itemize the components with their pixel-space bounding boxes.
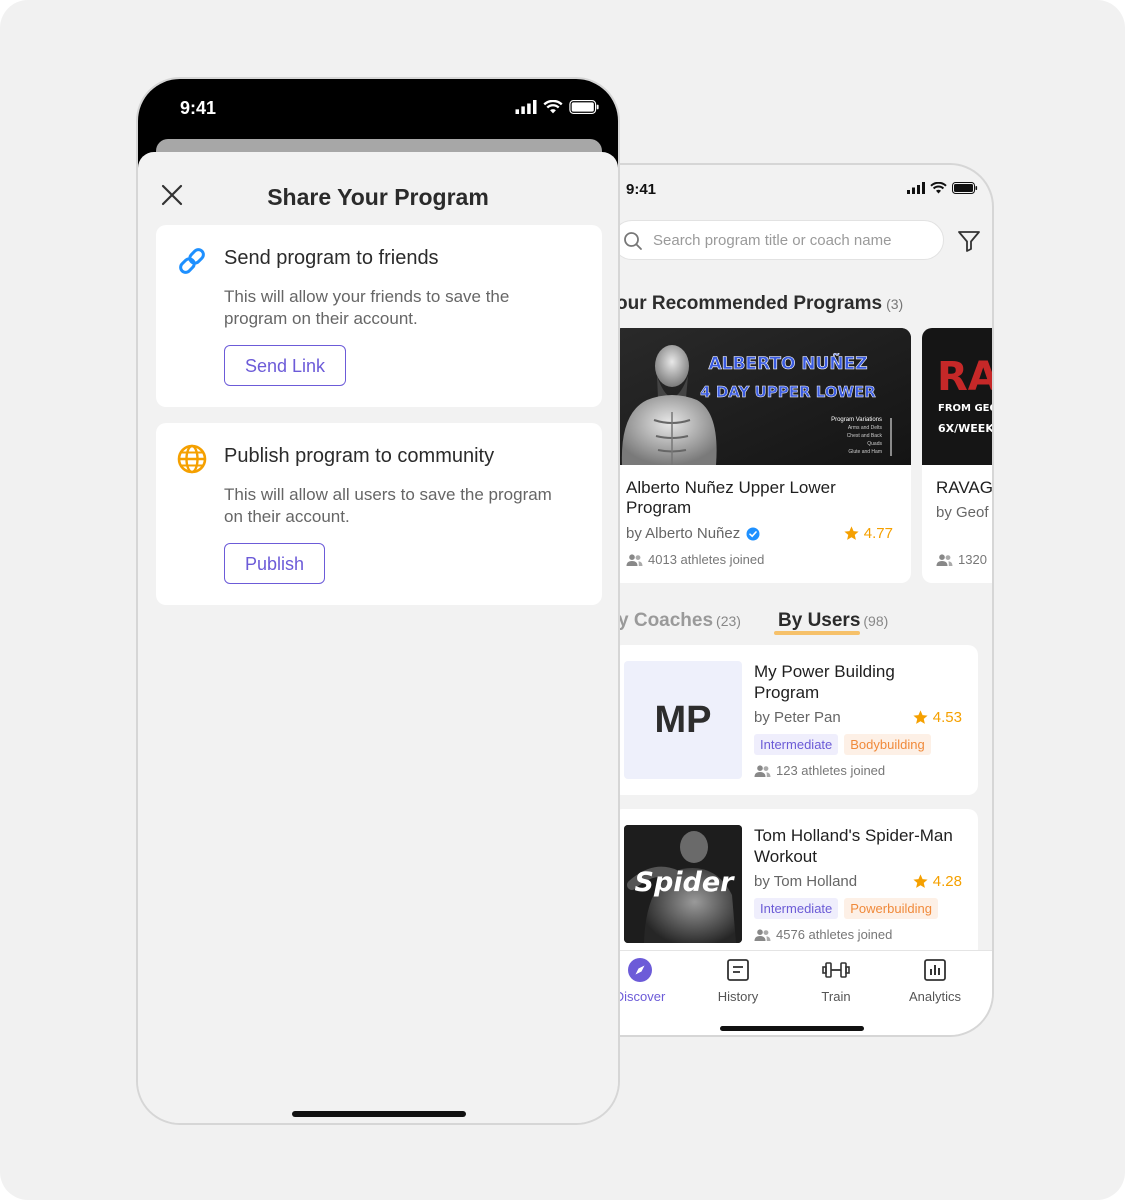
svg-text:Glute and Ham: Glute and Ham <box>848 449 882 455</box>
signal-icon <box>907 182 925 194</box>
svg-text:Chest and Back: Chest and Back <box>847 433 883 439</box>
recommended-card[interactable]: RAV FROM GEOFF 6X/WEEK HY RAVAG by Geof … <box>922 328 994 583</box>
program-author: by Geof <box>936 504 989 521</box>
compass-icon <box>628 958 652 982</box>
active-tab-indicator <box>774 631 860 635</box>
battery-icon <box>569 100 599 114</box>
star-icon <box>913 710 928 724</box>
publish-to-community-card: Publish program to community This will a… <box>156 423 602 605</box>
share-sheet: Share Your Program Send program to frien… <box>138 152 618 1123</box>
nav-history[interactable]: History <box>698 957 778 1004</box>
signal-icon <box>515 100 537 114</box>
program-tags: Intermediate Bodybuilding <box>754 734 931 755</box>
program-cover-image: ALBERTO NUÑEZ 4 DAY UPPER LOWER Program … <box>612 328 911 465</box>
category-tag: Bodybuilding <box>844 734 931 755</box>
verified-icon <box>746 527 760 540</box>
cover-title-line-2: 4 DAY UPPER LOWER <box>700 383 876 401</box>
send-link-button[interactable]: Send Link <box>224 345 347 386</box>
search-placeholder: Search program title or coach name <box>653 232 892 249</box>
wifi-icon <box>930 182 947 194</box>
wifi-icon <box>543 100 563 114</box>
athletes-joined: 4013 athletes joined <box>626 552 764 567</box>
cover-title-line-1: ALBERTO NUÑEZ <box>708 351 867 374</box>
home-indicator <box>292 1111 466 1117</box>
level-tag: Intermediate <box>754 898 839 919</box>
program-title: Tom Holland's Spider-Man Workout <box>754 826 953 866</box>
star-icon <box>913 874 928 888</box>
publish-button[interactable]: Publish <box>224 543 326 584</box>
svg-text:Arms and Delts: Arms and Delts <box>848 425 883 431</box>
program-cover-image: RAV FROM GEOFF 6X/WEEK HY <box>922 328 994 465</box>
users-icon <box>754 928 771 941</box>
canvas: 9:41 Search program title or coach name … <box>0 0 1125 1200</box>
svg-text:6X/WEEK HY: 6X/WEEK HY <box>938 422 994 435</box>
search-input[interactable]: Search program title or coach name <box>612 220 944 260</box>
option-title: Send program to friends <box>224 247 439 269</box>
dumbbell-icon <box>822 962 850 978</box>
program-author: by Alberto Nuñez <box>626 525 760 542</box>
svg-text:FROM GEOFF: FROM GEOFF <box>938 403 994 414</box>
search-icon <box>624 232 642 250</box>
status-time: 9:41 <box>180 98 217 118</box>
nav-train[interactable]: Train <box>796 957 876 1004</box>
status-time: 9:41 <box>626 181 657 198</box>
program-tags: Intermediate Powerbuilding <box>754 898 938 919</box>
tab-by-coaches[interactable]: y Coaches (23) <box>618 610 741 632</box>
program-author: by Tom Holland <box>754 873 858 890</box>
link-icon <box>179 248 205 274</box>
program-title: RAVAG <box>936 478 993 497</box>
program-title: My Power Building Program <box>754 662 895 702</box>
level-tag: Intermediate <box>754 734 839 755</box>
program-title: Alberto Nuñez Upper Lower Program <box>626 478 836 517</box>
share-phone: 9:41 Share Your Program Send program to … <box>136 77 620 1125</box>
recommended-heading: our Recommended Programs (3) <box>616 293 904 314</box>
svg-text:Program Variations: Program Variations <box>831 417 882 423</box>
nav-analytics[interactable]: Analytics <box>895 957 975 1004</box>
option-title: Publish program to community <box>224 445 495 467</box>
program-thumbnail: MP <box>624 661 742 779</box>
option-description: This will allow your friends to save the… <box>224 287 510 328</box>
battery-icon <box>952 182 978 194</box>
program-source-tabs: y Coaches (23) By Users (98) <box>612 610 992 640</box>
program-list-item[interactable]: MP My Power Building Program by Peter Pa… <box>612 645 978 795</box>
athletes-joined: 1320 <box>936 552 987 567</box>
svg-text:Spider: Spider <box>635 867 736 898</box>
sheet-title: Share Your Program <box>267 184 489 210</box>
send-to-friends-card: Send program to friends This will allow … <box>156 225 602 407</box>
program-rating: 4.77 <box>843 525 893 542</box>
athletes-joined: 123 athletes joined <box>754 763 885 778</box>
discover-phone: 9:41 Search program title or coach name … <box>560 163 994 1037</box>
users-icon <box>936 553 953 566</box>
home-indicator <box>720 1026 864 1031</box>
program-rating: 4.28 <box>912 873 962 890</box>
svg-text:RAV: RAV <box>937 354 994 400</box>
users-icon <box>754 764 771 777</box>
bottom-navigation: Discover History Train Analytics <box>562 950 992 1035</box>
users-icon <box>626 553 643 566</box>
program-list-item[interactable]: Spider Tom Holland's Spider-Man Workout … <box>612 809 978 959</box>
globe-icon <box>177 444 207 474</box>
program-thumbnail: Spider <box>624 825 742 943</box>
athletes-joined: 4576 athletes joined <box>754 927 892 942</box>
program-author: by Peter Pan <box>754 709 841 726</box>
star-icon <box>844 526 859 540</box>
status-bar: 9:41 <box>562 165 992 215</box>
tab-by-users[interactable]: By Users (98) <box>774 610 888 635</box>
category-tag: Powerbuilding <box>844 898 938 919</box>
option-description: This will allow all users to save the pr… <box>224 485 552 526</box>
program-rating: 4.53 <box>912 709 962 726</box>
analytics-icon <box>924 959 946 981</box>
svg-text:Quads: Quads <box>867 441 882 447</box>
recommended-card[interactable]: ALBERTO NUÑEZ 4 DAY UPPER LOWER Program … <box>612 328 911 583</box>
filter-icon[interactable] <box>957 229 981 253</box>
history-icon <box>727 959 749 981</box>
